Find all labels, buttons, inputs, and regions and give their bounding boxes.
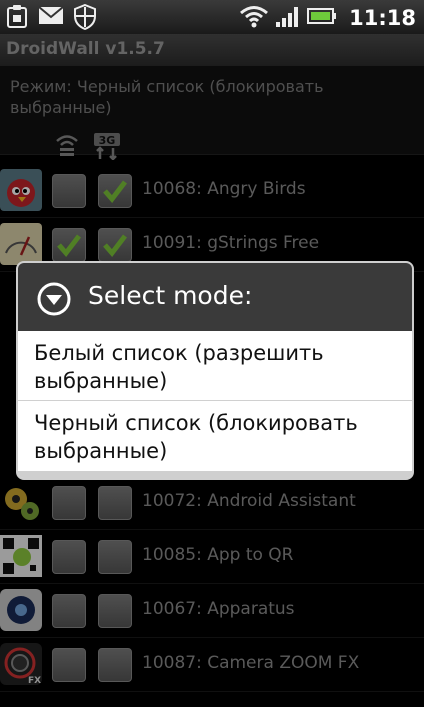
- option-label: Белый список (разрешить выбранные): [34, 341, 324, 393]
- dialog-footer: [18, 471, 412, 478]
- battery-icon: [307, 6, 337, 30]
- signal-icon: [275, 4, 301, 32]
- option-whitelist[interactable]: Белый список (разрешить выбранные): [18, 331, 412, 401]
- chevron-down-icon: [36, 281, 72, 321]
- select-mode-dialog: Select mode: Белый список (разрешить выб…: [16, 261, 414, 480]
- status-time: 11:18: [349, 6, 416, 30]
- shield-icon: [74, 3, 96, 34]
- option-blacklist[interactable]: Черный список (блокировать выбранные): [18, 401, 412, 471]
- mail-icon: [38, 4, 64, 34]
- dialog-options: Белый список (разрешить выбранные) Черны…: [18, 331, 412, 471]
- wifi-icon: [239, 4, 269, 32]
- dialog-header: Select mode:: [18, 263, 412, 331]
- clipboard-icon: [6, 4, 28, 34]
- status-bar: 11:18: [0, 0, 424, 34]
- dialog-title: Select mode:: [88, 281, 253, 310]
- option-label: Черный список (блокировать выбранные): [34, 411, 358, 463]
